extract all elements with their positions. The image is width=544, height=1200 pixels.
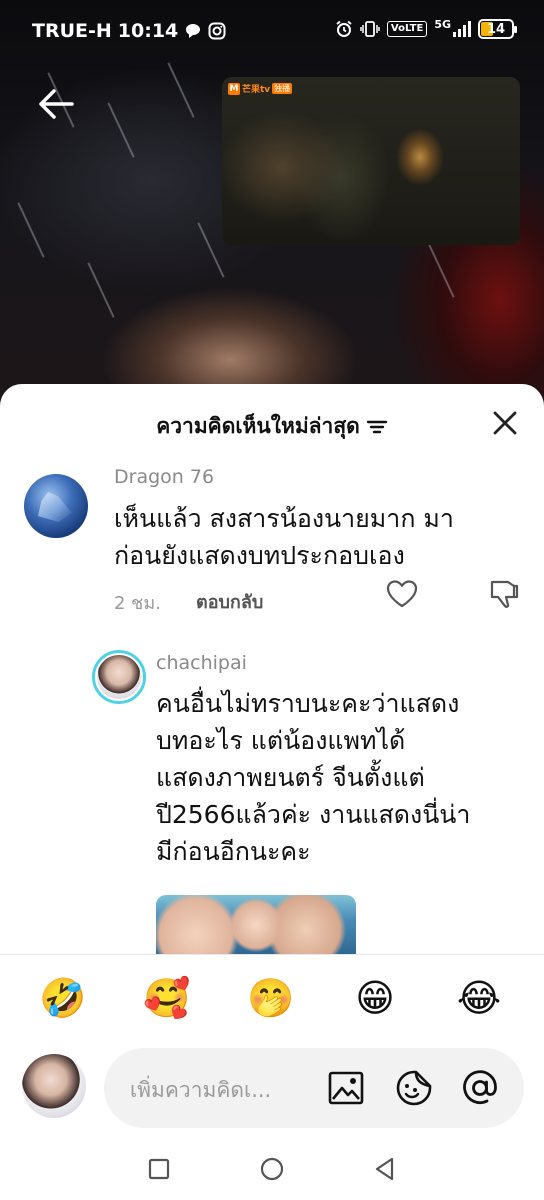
network-type: 5G (434, 18, 471, 37)
mini-video-player[interactable]: M 芒果tv 独播 (222, 77, 520, 245)
recent-apps-button[interactable] (144, 1154, 174, 1184)
mgtv-mark-icon: M (228, 82, 240, 95)
battery-level: 14 (486, 21, 506, 37)
comment-line: คนอื่นไม่ทราบนะคะว่าแสดง (156, 689, 460, 718)
comment-username[interactable]: chachipai (156, 652, 247, 674)
network-label: 5G (434, 18, 451, 31)
sheet-header: ความคิดเห็นใหม่ล่าสุด (0, 384, 544, 464)
emoji-grin[interactable]: 😁 (349, 972, 401, 1024)
signal-icon (453, 21, 471, 37)
comment-input[interactable]: เพิ่มความคิดเ... (104, 1048, 524, 1128)
emoji-smiling-hearts[interactable]: 🥰 (141, 972, 193, 1024)
volte-badge: VoLTE (386, 21, 428, 37)
clock-time: 10:14 (117, 20, 179, 42)
comment-text: เห็นแล้ว สงสารน้องนายมาก มา ก่อนยังแสดงบ… (114, 500, 524, 574)
comment-line: มีก่อนอีกนะคะ (156, 837, 311, 866)
comment-line: เห็นแล้ว สงสารน้องนายมาก มา (114, 504, 454, 533)
avatar[interactable] (24, 474, 88, 538)
carrier-name: TRUE-H (32, 20, 112, 42)
reply-button[interactable]: ตอบกลับ (196, 587, 263, 616)
sort-icon (366, 420, 387, 433)
comment-line: บทอะไร แต่น้องแพทได้ (156, 726, 406, 755)
comment-line: แสดงภาพยนตร์ จีนตั้งแต่ (156, 763, 425, 792)
close-icon[interactable] (488, 406, 522, 440)
mention-icon[interactable] (460, 1068, 500, 1108)
my-avatar[interactable] (22, 1054, 86, 1118)
emoji-hand-over-mouth[interactable]: 🤭 (245, 972, 297, 1024)
system-nav-bar (0, 1140, 544, 1200)
heart-icon[interactable] (385, 578, 419, 610)
quick-emoji-bar: 🤣 🥰 🤭 😁 😂 (0, 964, 544, 1030)
dislike-icon[interactable] (486, 576, 522, 612)
comment-text: คนอื่นไม่ทราบนะคะว่าแสดง บทอะไร แต่น้องแ… (156, 685, 526, 870)
battery-icon: 14 (478, 19, 517, 39)
avatar[interactable] (92, 650, 146, 704)
back-button[interactable] (370, 1154, 400, 1184)
attached-image[interactable] (156, 895, 356, 955)
home-button[interactable] (257, 1154, 287, 1184)
vibrate-icon (360, 21, 380, 37)
emoji-rofl[interactable]: 🤣 (37, 972, 89, 1024)
sticker-icon[interactable] (394, 1068, 434, 1108)
sort-selector[interactable]: ความคิดเห็นใหม่ล่าสุด (156, 410, 388, 443)
mgtv-logo: M 芒果tv 独播 (228, 82, 293, 95)
back-arrow-icon[interactable] (34, 82, 78, 126)
image-icon[interactable] (326, 1068, 366, 1108)
comment-timestamp: 2 ชม. (114, 593, 161, 614)
comment-input-placeholder: เพิ่มความคิดเ... (130, 1078, 272, 1102)
emoji-tears-of-joy[interactable]: 😂 (453, 972, 505, 1024)
comment-line: ปี2566แล้วค่ะ งานแสดงนี่น่า (156, 800, 471, 829)
alarm-icon (336, 20, 352, 37)
mgtv-tag: 独播 (272, 83, 293, 94)
sheet-title: ความคิดเห็นใหม่ล่าสุด (156, 414, 360, 438)
chat-bubble-icon (186, 24, 201, 38)
instagram-icon (208, 22, 226, 40)
mgtv-brand: 芒果tv (242, 85, 271, 95)
comment-line: ก่อนยังแสดงบทประกอบเอง (114, 541, 405, 570)
status-bar: TRUE-H 10:14 VoLTE 5G 14 (0, 0, 544, 60)
comment-username[interactable]: Dragon 76 (114, 466, 214, 488)
